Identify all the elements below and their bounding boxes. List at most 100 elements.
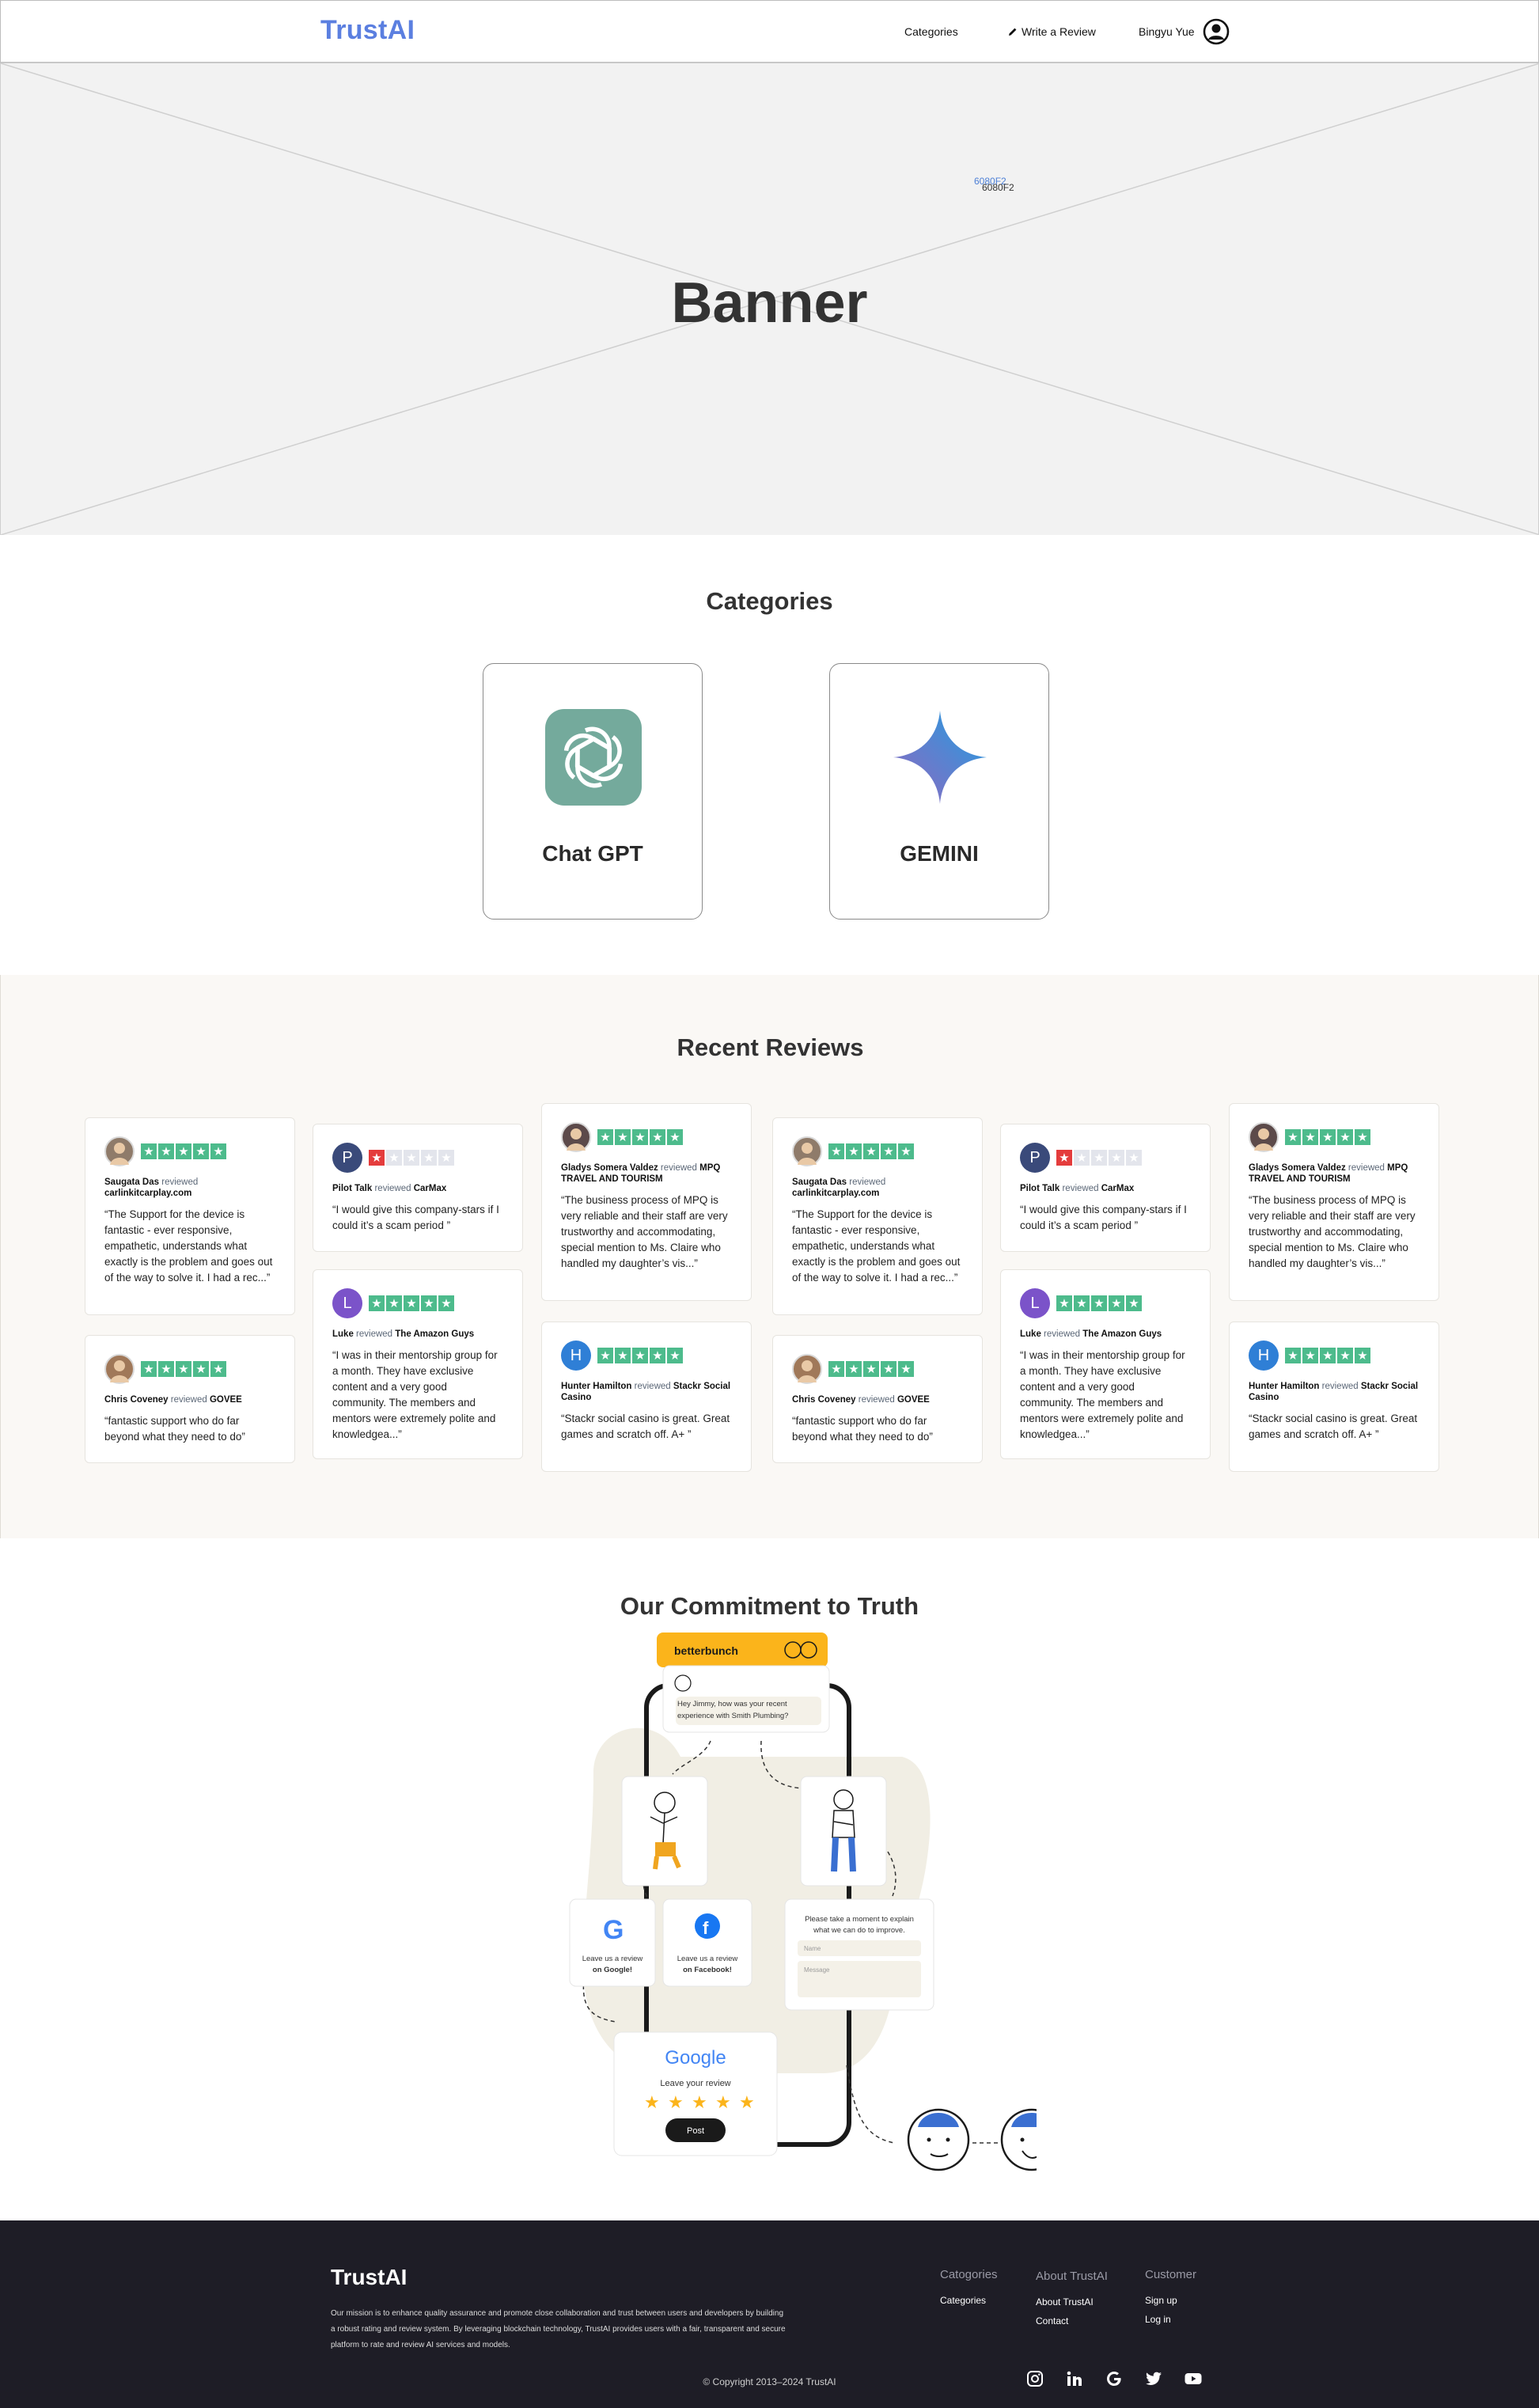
facebook-prompt-line1: Leave us a review [677, 1955, 738, 1963]
review-card[interactable]: ★ ★ ★ ★ ★ Gladys Somera Valdez reviewed MPQ T… [1229, 1103, 1439, 1301]
review-card[interactable]: ★ ★ ★ ★ ★ Saugata Das reviewed carlinkitcarpl… [772, 1117, 983, 1315]
reviewed-company[interactable]: The Amazon Guys [1082, 1329, 1162, 1339]
category-card-chatgpt[interactable]: Chat GPT [483, 663, 703, 920]
star-icon: ★ [210, 1361, 226, 1377]
star-icon: ★ [615, 1129, 631, 1145]
user-menu[interactable]: Bingyu Yue [1139, 18, 1230, 45]
reviewer-name[interactable]: Pilot Talk [1020, 1184, 1062, 1193]
recent-reviews-heading: Recent Reviews [677, 1033, 864, 1061]
review-card[interactable]: L ★ ★ ★ ★ ★ Luke reviewed The Amazon Guys “I wa… [1000, 1269, 1211, 1459]
star-icon: ★ [386, 1150, 402, 1166]
footer-logo[interactable]: TrustAI [331, 2265, 407, 2290]
person-card-unhappy [800, 1776, 887, 1887]
star-icon: ★ [158, 1361, 174, 1377]
category-card-gemini[interactable]: GEMINI [829, 663, 1049, 920]
review-meta: Gladys Somera Valdez reviewed MPQ TRAVEL… [561, 1162, 732, 1185]
nav-write-review-link[interactable]: Write a Review [1008, 25, 1096, 38]
review-card[interactable]: ★ ★ ★ ★ ★ Gladys Somera Valdez reviewed MPQ T… [541, 1103, 752, 1301]
chat-message: Hey Jimmy, how was your recent experienc… [677, 1700, 789, 1720]
review-meta: Pilot Talk reviewed CarMax [332, 1183, 503, 1194]
review-card[interactable]: H ★ ★ ★ ★ ★ Hunter Hamilton reviewed Stackr So… [541, 1322, 752, 1472]
star-icon: ★ [1074, 1150, 1090, 1166]
reviewed-company[interactable]: The Amazon Guys [395, 1329, 474, 1339]
star-rating: ★ ★ ★ ★ ★ [828, 1361, 914, 1377]
star-icon: ★ [176, 1361, 191, 1377]
review-card[interactable]: H ★ ★ ★ ★ ★ Hunter Hamilton reviewed Stackr So… [1229, 1322, 1439, 1472]
reviewer-name[interactable]: Saugata Das [792, 1177, 849, 1187]
reviewed-company[interactable]: GOVEE [897, 1395, 930, 1405]
review-header: L ★ ★ ★ ★ ★ [1020, 1287, 1191, 1319]
reviewed-company[interactable]: CarMax [414, 1184, 447, 1193]
footer-link-about[interactable]: About TrustAI [1036, 2296, 1108, 2308]
review-card[interactable]: ★ ★ ★ ★ ★ Chris Coveney reviewed GOVEE “fantas… [772, 1335, 983, 1463]
review-header: ★ ★ ★ ★ ★ [1249, 1121, 1420, 1153]
reviewed-word: reviewed [660, 1163, 700, 1173]
review-header: ★ ★ ★ ★ ★ [104, 1136, 275, 1167]
google-icon[interactable] [1105, 2369, 1124, 2388]
twitter-icon[interactable] [1144, 2369, 1163, 2388]
reviewer-name[interactable]: Gladys Somera Valdez [561, 1163, 661, 1173]
linkedin-icon[interactable] [1065, 2369, 1084, 2388]
review-card[interactable]: ★ ★ ★ ★ ★ Chris Coveney reviewed GOVEE “fantas… [85, 1335, 295, 1463]
star-icon: ★ [1337, 1129, 1353, 1145]
star-icon: ★ [597, 1348, 613, 1363]
reviewer-name[interactable]: Gladys Somera Valdez [1249, 1163, 1348, 1173]
site-footer: TrustAI Our mission is to enhance qualit… [0, 2220, 1539, 2408]
reviewer-name[interactable]: Chris Coveney [104, 1395, 171, 1405]
instagram-icon[interactable] [1025, 2369, 1044, 2388]
social-links [1025, 2369, 1203, 2388]
reviewed-company[interactable]: carlinkitcarplay.com [104, 1189, 191, 1198]
reviewer-avatar [792, 1354, 822, 1384]
chat-avatar-icon [674, 1674, 692, 1692]
reviewer-avatar: L [1020, 1288, 1050, 1318]
google-g-icon: G [603, 1915, 624, 1945]
review-meta: Chris Coveney reviewed GOVEE [104, 1394, 275, 1405]
footer-link-categories[interactable]: Categories [940, 2295, 998, 2306]
reviewed-company[interactable]: carlinkitcarplay.com [792, 1189, 879, 1198]
star-icon: ★ [193, 1361, 209, 1377]
review-card[interactable]: ★ ★ ★ ★ ★ Saugata Das reviewed carlinkitcarpl… [85, 1117, 295, 1315]
footer-link-signup[interactable]: Sign up [1145, 2295, 1196, 2306]
star-icon: ★ [632, 1348, 648, 1363]
star-icon: ★ [881, 1361, 896, 1377]
reviewer-name[interactable]: Saugata Das [104, 1177, 161, 1187]
reviewed-word: reviewed [1348, 1163, 1388, 1173]
star-icon: ★ [438, 1295, 454, 1311]
footer-link-login[interactable]: Log in [1145, 2314, 1196, 2325]
brand-logo[interactable]: TrustAI [320, 15, 415, 46]
user-name: Bingyu Yue [1139, 25, 1195, 38]
reviewer-name[interactable]: Chris Coveney [792, 1395, 859, 1405]
star-icon: ★ [141, 1143, 157, 1159]
reviewer-avatar [104, 1354, 135, 1384]
reviewer-name[interactable]: Luke [1020, 1329, 1044, 1339]
svg-text:★: ★ [692, 2093, 707, 2113]
reviewed-company[interactable]: CarMax [1101, 1184, 1135, 1193]
reviewer-name[interactable]: Luke [332, 1329, 356, 1339]
reviewer-name[interactable]: Hunter Hamilton [561, 1382, 635, 1391]
footer-link-contact[interactable]: Contact [1036, 2315, 1108, 2326]
review-text: “The business process of MPQ is very rel… [1249, 1194, 1416, 1269]
star-icon: ★ [421, 1295, 437, 1311]
review-meta: Pilot Talk reviewed CarMax [1020, 1183, 1191, 1194]
review-text: “fantastic support who do far beyond wha… [792, 1415, 933, 1443]
star-icon: ★ [1337, 1348, 1353, 1363]
star-icon: ★ [1285, 1348, 1301, 1363]
reviewer-name[interactable]: Pilot Talk [332, 1184, 374, 1193]
review-card[interactable]: L ★ ★ ★ ★ ★ Luke reviewed The Amazon Guys “I wa… [313, 1269, 523, 1459]
review-card[interactable]: P ★ ★ ★ ★ ★ Pilot Talk reviewed CarMax “I would… [313, 1124, 523, 1252]
reviewer-avatar: P [1020, 1143, 1050, 1173]
star-icon: ★ [1355, 1129, 1370, 1145]
youtube-icon[interactable] [1184, 2369, 1203, 2388]
review-meta: Luke reviewed The Amazon Guys [332, 1329, 503, 1340]
categories-heading: Categories [706, 587, 833, 615]
reviewed-company[interactable]: GOVEE [210, 1395, 242, 1405]
star-icon: ★ [846, 1143, 862, 1159]
star-icon: ★ [650, 1348, 665, 1363]
reviewer-avatar: H [561, 1341, 591, 1371]
review-text: “The business process of MPQ is very rel… [561, 1194, 728, 1269]
star-icon: ★ [404, 1150, 419, 1166]
review-card[interactable]: P ★ ★ ★ ★ ★ Pilot Talk reviewed CarMax “I would… [1000, 1124, 1211, 1252]
reviewer-name[interactable]: Hunter Hamilton [1249, 1382, 1322, 1391]
nav-categories-link[interactable]: Categories [904, 25, 958, 38]
footer-col-heading: Catogories [940, 2268, 998, 2281]
